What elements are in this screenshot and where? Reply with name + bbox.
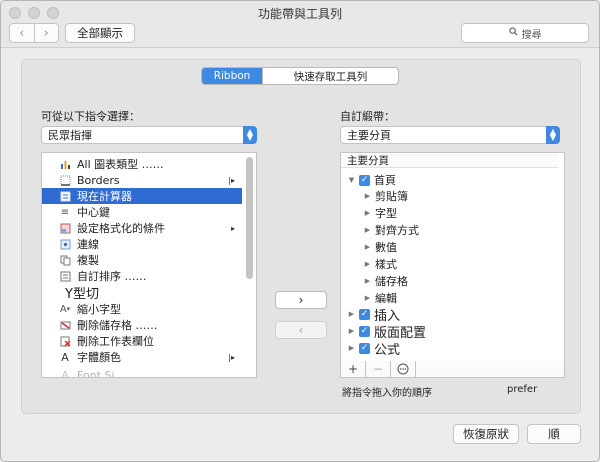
tab-quick-access[interactable]: 快速存取工具列 (262, 68, 398, 84)
tree-item[interactable]: ▶ 樣式 (363, 256, 397, 272)
borders-icon (59, 174, 71, 186)
show-all-button[interactable]: 全部顯示 (65, 23, 135, 43)
more-icon[interactable] (391, 361, 416, 377)
restore-defaults-button[interactable]: 恢復原狀 (453, 424, 519, 444)
link-icon (59, 238, 71, 250)
chart-icon (59, 158, 71, 170)
title-bar: 功能帶與工具列 ‹ › 全部顯示 搜尋 (1, 1, 599, 48)
font-color-icon: A (61, 350, 69, 364)
minus-icon[interactable]: − (366, 361, 391, 377)
collapsed-triangle-icon[interactable]: ▶ (347, 310, 356, 318)
ribbon-tabs-dropdown[interactable]: 主要分頁 ▲ ▼ (340, 126, 560, 144)
commands-list[interactable]: All 圖表類型 …… Borders |▸ 現在計算器 ≡ 中心鍵 設定格式化… (41, 152, 257, 378)
tab-control: Ribbon 快速存取工具列 (201, 67, 399, 85)
expanded-triangle-icon[interactable]: ▼ (347, 176, 356, 184)
drag-hint-text: 將指令拖入你的順序 (342, 388, 432, 399)
collapsed-triangle-icon[interactable]: ▶ (363, 192, 372, 200)
search-field[interactable]: 搜尋 (461, 23, 589, 43)
prefer-text: prefer (507, 384, 538, 395)
collapsed-triangle-icon[interactable]: ▶ (347, 344, 356, 352)
search-placeholder: 搜尋 (521, 29, 542, 41)
add-command-button[interactable]: › (275, 291, 327, 309)
list-item[interactable]: 刪除工作表欄位 (42, 333, 242, 349)
shrink-font-icon: A ▾ (59, 303, 71, 315)
choose-commands-label: 可從以下指令選擇： (41, 110, 140, 123)
list-item[interactable]: ≡ 中心鍵 (42, 204, 242, 220)
tree-item[interactable]: ▶ 數值 (363, 239, 397, 255)
ribbon-tree[interactable]: 主要分頁 ▼ ✓ 首頁 ▶ 剪貼簿 ▶ 字型 ▶ 對齊方式 ▶ 數值 ▶ 樣式 … (340, 152, 565, 362)
tree-item[interactable]: ▶ 字型 (363, 205, 397, 221)
tree-header: 主要分頁 (341, 153, 558, 168)
commands-scrollbar[interactable] (246, 157, 253, 279)
tree-item-layout[interactable]: ▶ ✓ 版面配置 (347, 323, 426, 341)
tree-item-home[interactable]: ▼ ✓ 首頁 (347, 172, 396, 188)
window-title: 功能帶與工具列 (257, 7, 342, 21)
tree-item[interactable]: ▶ 剪貼簿 (363, 188, 408, 204)
list-item[interactable]: A 字體顏色 |▸ (42, 349, 242, 365)
plus-icon[interactable]: + (341, 361, 366, 377)
conditional-format-icon (59, 222, 71, 234)
checkbox-checked-icon[interactable]: ✓ (359, 342, 370, 354)
tree-item[interactable]: ▶ 對齊方式 (363, 222, 419, 238)
list-item[interactable]: Borders |▸ (42, 172, 242, 188)
collapsed-triangle-icon[interactable]: ▶ (363, 209, 372, 217)
list-item[interactable]: A ▾ 縮小字型 (42, 301, 242, 317)
chevron-left-icon[interactable]: ‹ (10, 24, 34, 42)
commands-source-value: 民眾指揮 (48, 129, 92, 142)
chevron-right-icon[interactable]: › (33, 24, 59, 42)
list-item[interactable]: A Font Si… (42, 367, 242, 378)
collapsed-triangle-icon[interactable]: ▶ (363, 260, 372, 268)
list-item[interactable]: 連線 (42, 236, 242, 252)
delete-sheet-icon (59, 335, 71, 347)
tree-item[interactable]: ▶ 儲存格 (363, 273, 408, 289)
checkbox-checked-icon[interactable]: ✓ (359, 325, 370, 337)
customize-ribbon-label: 自訂緞帶： (340, 110, 395, 123)
tree-item-insert[interactable]: ▶ ✓ 插入 (347, 306, 400, 324)
search-icon (508, 27, 518, 39)
collapsed-triangle-icon[interactable]: ▶ (347, 327, 356, 335)
list-item[interactable]: Y型切 (42, 284, 242, 302)
center-icon: ≡ (60, 206, 70, 218)
copy-icon (59, 254, 71, 266)
dropdown-arrow-icon: ▲ ▼ (243, 126, 257, 144)
sort-icon (59, 270, 71, 282)
checkbox-checked-icon[interactable]: ✓ (359, 308, 370, 320)
collapsed-triangle-icon[interactable]: ▶ (363, 226, 372, 234)
remove-command-button[interactable]: ‹ (275, 321, 327, 339)
tree-toolbar: + − (340, 361, 565, 378)
collapsed-triangle-icon[interactable]: ▶ (363, 277, 372, 285)
calculator-icon (59, 190, 71, 202)
list-item[interactable]: 複製 (42, 252, 242, 268)
nav-back-forward: ‹ › (9, 23, 59, 43)
commands-source-dropdown[interactable]: 民眾指揮 ▲ ▼ (41, 126, 257, 144)
font-size-icon: A (61, 369, 69, 378)
checkbox-checked-icon[interactable]: ✓ (359, 174, 370, 186)
collapsed-triangle-icon[interactable]: ▶ (363, 294, 372, 302)
collapsed-triangle-icon[interactable]: ▶ (363, 243, 372, 251)
preferences-window: 功能帶與工具列 ‹ › 全部顯示 搜尋 Ribbon 快速存取工具列 可從以下指… (0, 0, 600, 462)
list-item-selected[interactable]: 現在計算器 (42, 188, 242, 204)
list-item[interactable]: 設定格式化的條件 ▸ (42, 220, 242, 236)
list-item[interactable]: All 圖表類型 …… (42, 156, 242, 172)
tab-ribbon[interactable]: Ribbon (202, 68, 262, 84)
ribbon-tabs-value: 主要分頁 (347, 129, 391, 142)
ok-button[interactable]: 順 (527, 424, 581, 444)
tree-item-formulas[interactable]: ▶ ✓ 公式 (347, 340, 400, 358)
list-item[interactable]: 刪除儲存格 …… (42, 317, 242, 333)
dropdown-arrow-icon: ▲ ▼ (546, 126, 560, 144)
delete-cells-icon (59, 319, 71, 331)
